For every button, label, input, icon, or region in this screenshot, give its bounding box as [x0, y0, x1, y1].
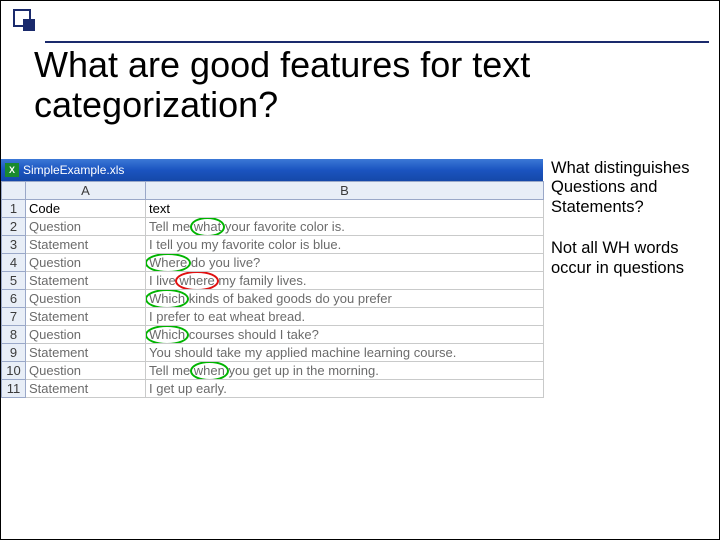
cell-code[interactable]: Statement — [26, 380, 146, 398]
spreadsheet: A B 1 Code text 2QuestionTell me what yo… — [1, 181, 544, 398]
cell-text[interactable]: Tell me when you get up in the morning. — [146, 362, 544, 380]
select-all-corner[interactable] — [2, 182, 26, 200]
row-header[interactable]: 7 — [2, 308, 26, 326]
cell-code[interactable]: Question — [26, 218, 146, 236]
highlight-green: when — [194, 363, 225, 378]
table-row: 5StatementI live where my family lives. — [2, 272, 544, 290]
row-header[interactable]: 2 — [2, 218, 26, 236]
cell-text[interactable]: Tell me what your favorite color is. — [146, 218, 544, 236]
excel-filename: SimpleExample.xls — [23, 163, 124, 177]
highlight-green: what — [194, 219, 221, 234]
annotation-note: Not all WH words occur in questions — [551, 239, 709, 278]
row-header[interactable]: 9 — [2, 344, 26, 362]
table-row: 11StatementI get up early. — [2, 380, 544, 398]
excel-titlebar: X SimpleExample.xls — [1, 159, 543, 181]
row-header[interactable]: 10 — [2, 362, 26, 380]
table-row: 2QuestionTell me what your favorite colo… — [2, 218, 544, 236]
col-header-A[interactable]: A — [26, 182, 146, 200]
table-row: 7StatementI prefer to eat wheat bread. — [2, 308, 544, 326]
cell-text[interactable]: You should take my applied machine learn… — [146, 344, 544, 362]
highlight-red: where — [179, 273, 214, 288]
col-header-B[interactable]: B — [146, 182, 544, 200]
cell-text[interactable]: I tell you my favorite color is blue. — [146, 236, 544, 254]
row-header[interactable]: 3 — [2, 236, 26, 254]
cell-code[interactable]: Question — [26, 290, 146, 308]
table-row: 3StatementI tell you my favorite color i… — [2, 236, 544, 254]
row-header[interactable]: 6 — [2, 290, 26, 308]
table-row: 10QuestionTell me when you get up in the… — [2, 362, 544, 380]
title-underline — [45, 41, 709, 43]
table-row: 9StatementYou should take my applied mac… — [2, 344, 544, 362]
cell-text[interactable]: Where do you live? — [146, 254, 544, 272]
cell-code[interactable]: Statement — [26, 272, 146, 290]
row-header[interactable]: 1 — [2, 200, 26, 218]
content-row: X SimpleExample.xls A B 1 Code text — [1, 159, 709, 398]
cell-code[interactable]: Question — [26, 362, 146, 380]
highlight-green: Which — [149, 291, 185, 306]
table-row: 6QuestionWhich kinds of baked goods do y… — [2, 290, 544, 308]
row-header[interactable]: 5 — [2, 272, 26, 290]
highlight-green: Where — [149, 255, 187, 270]
cell-code[interactable]: Question — [26, 254, 146, 272]
side-annotations: What distinguishes Questions and Stateme… — [551, 159, 709, 278]
row-header[interactable]: 8 — [2, 326, 26, 344]
excel-icon: X — [5, 163, 19, 177]
cell-text[interactable]: I get up early. — [146, 380, 544, 398]
cell-text[interactable]: Which courses should I take? — [146, 326, 544, 344]
annotation-question: What distinguishes Questions and Stateme… — [551, 159, 709, 217]
cell-text[interactable]: I prefer to eat wheat bread. — [146, 308, 544, 326]
table-row: 1 Code text — [2, 200, 544, 218]
cell-code[interactable]: Statement — [26, 236, 146, 254]
cell-text[interactable]: Which kinds of baked goods do you prefer — [146, 290, 544, 308]
cell-code[interactable]: Statement — [26, 308, 146, 326]
slide: What are good features for text categori… — [0, 0, 720, 540]
table-row: 8QuestionWhich courses should I take? — [2, 326, 544, 344]
cell-code[interactable]: Question — [26, 326, 146, 344]
row-header[interactable]: 11 — [2, 380, 26, 398]
table-row: 4QuestionWhere do you live? — [2, 254, 544, 272]
row-header[interactable]: 4 — [2, 254, 26, 272]
cell-text[interactable]: I live where my family lives. — [146, 272, 544, 290]
excel-window: X SimpleExample.xls A B 1 Code text — [1, 159, 543, 398]
cell-code[interactable]: Statement — [26, 344, 146, 362]
slide-title: What are good features for text categori… — [34, 45, 699, 126]
highlight-green: Which — [149, 327, 185, 342]
cell-B1[interactable]: text — [146, 200, 544, 218]
corner-decoration — [13, 9, 43, 39]
column-header-row: A B — [2, 182, 544, 200]
cell-A1[interactable]: Code — [26, 200, 146, 218]
